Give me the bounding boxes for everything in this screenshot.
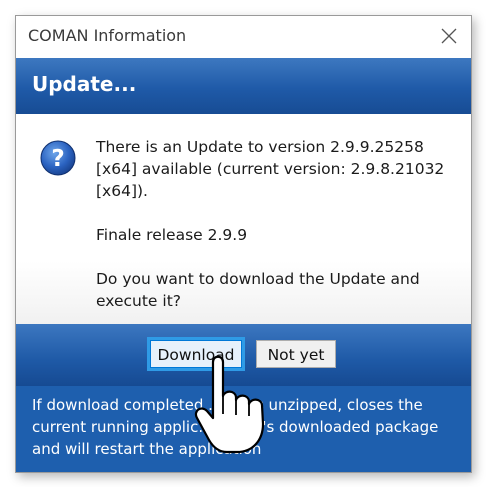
release-name: Finale release 2.9.9 [96,226,248,244]
question-icon: ? [40,140,76,176]
pointing-hand-cursor-icon [194,355,265,454]
close-icon [441,28,457,44]
close-button[interactable] [427,16,471,56]
window-title: COMAN Information [28,26,187,45]
update-header: Update... [16,58,471,114]
svg-text:?: ? [51,146,64,172]
message-area: ? There is an Update to version 2.9.9.25… [16,114,471,324]
header-title: Update... [32,72,137,96]
titlebar: COMAN Information [16,16,471,56]
download-question: Do you want to download the Update and e… [96,270,420,310]
message-text: There is an Update to version 2.9.9.2525… [96,136,456,312]
update-message: There is an Update to version 2.9.9.2525… [96,138,445,200]
